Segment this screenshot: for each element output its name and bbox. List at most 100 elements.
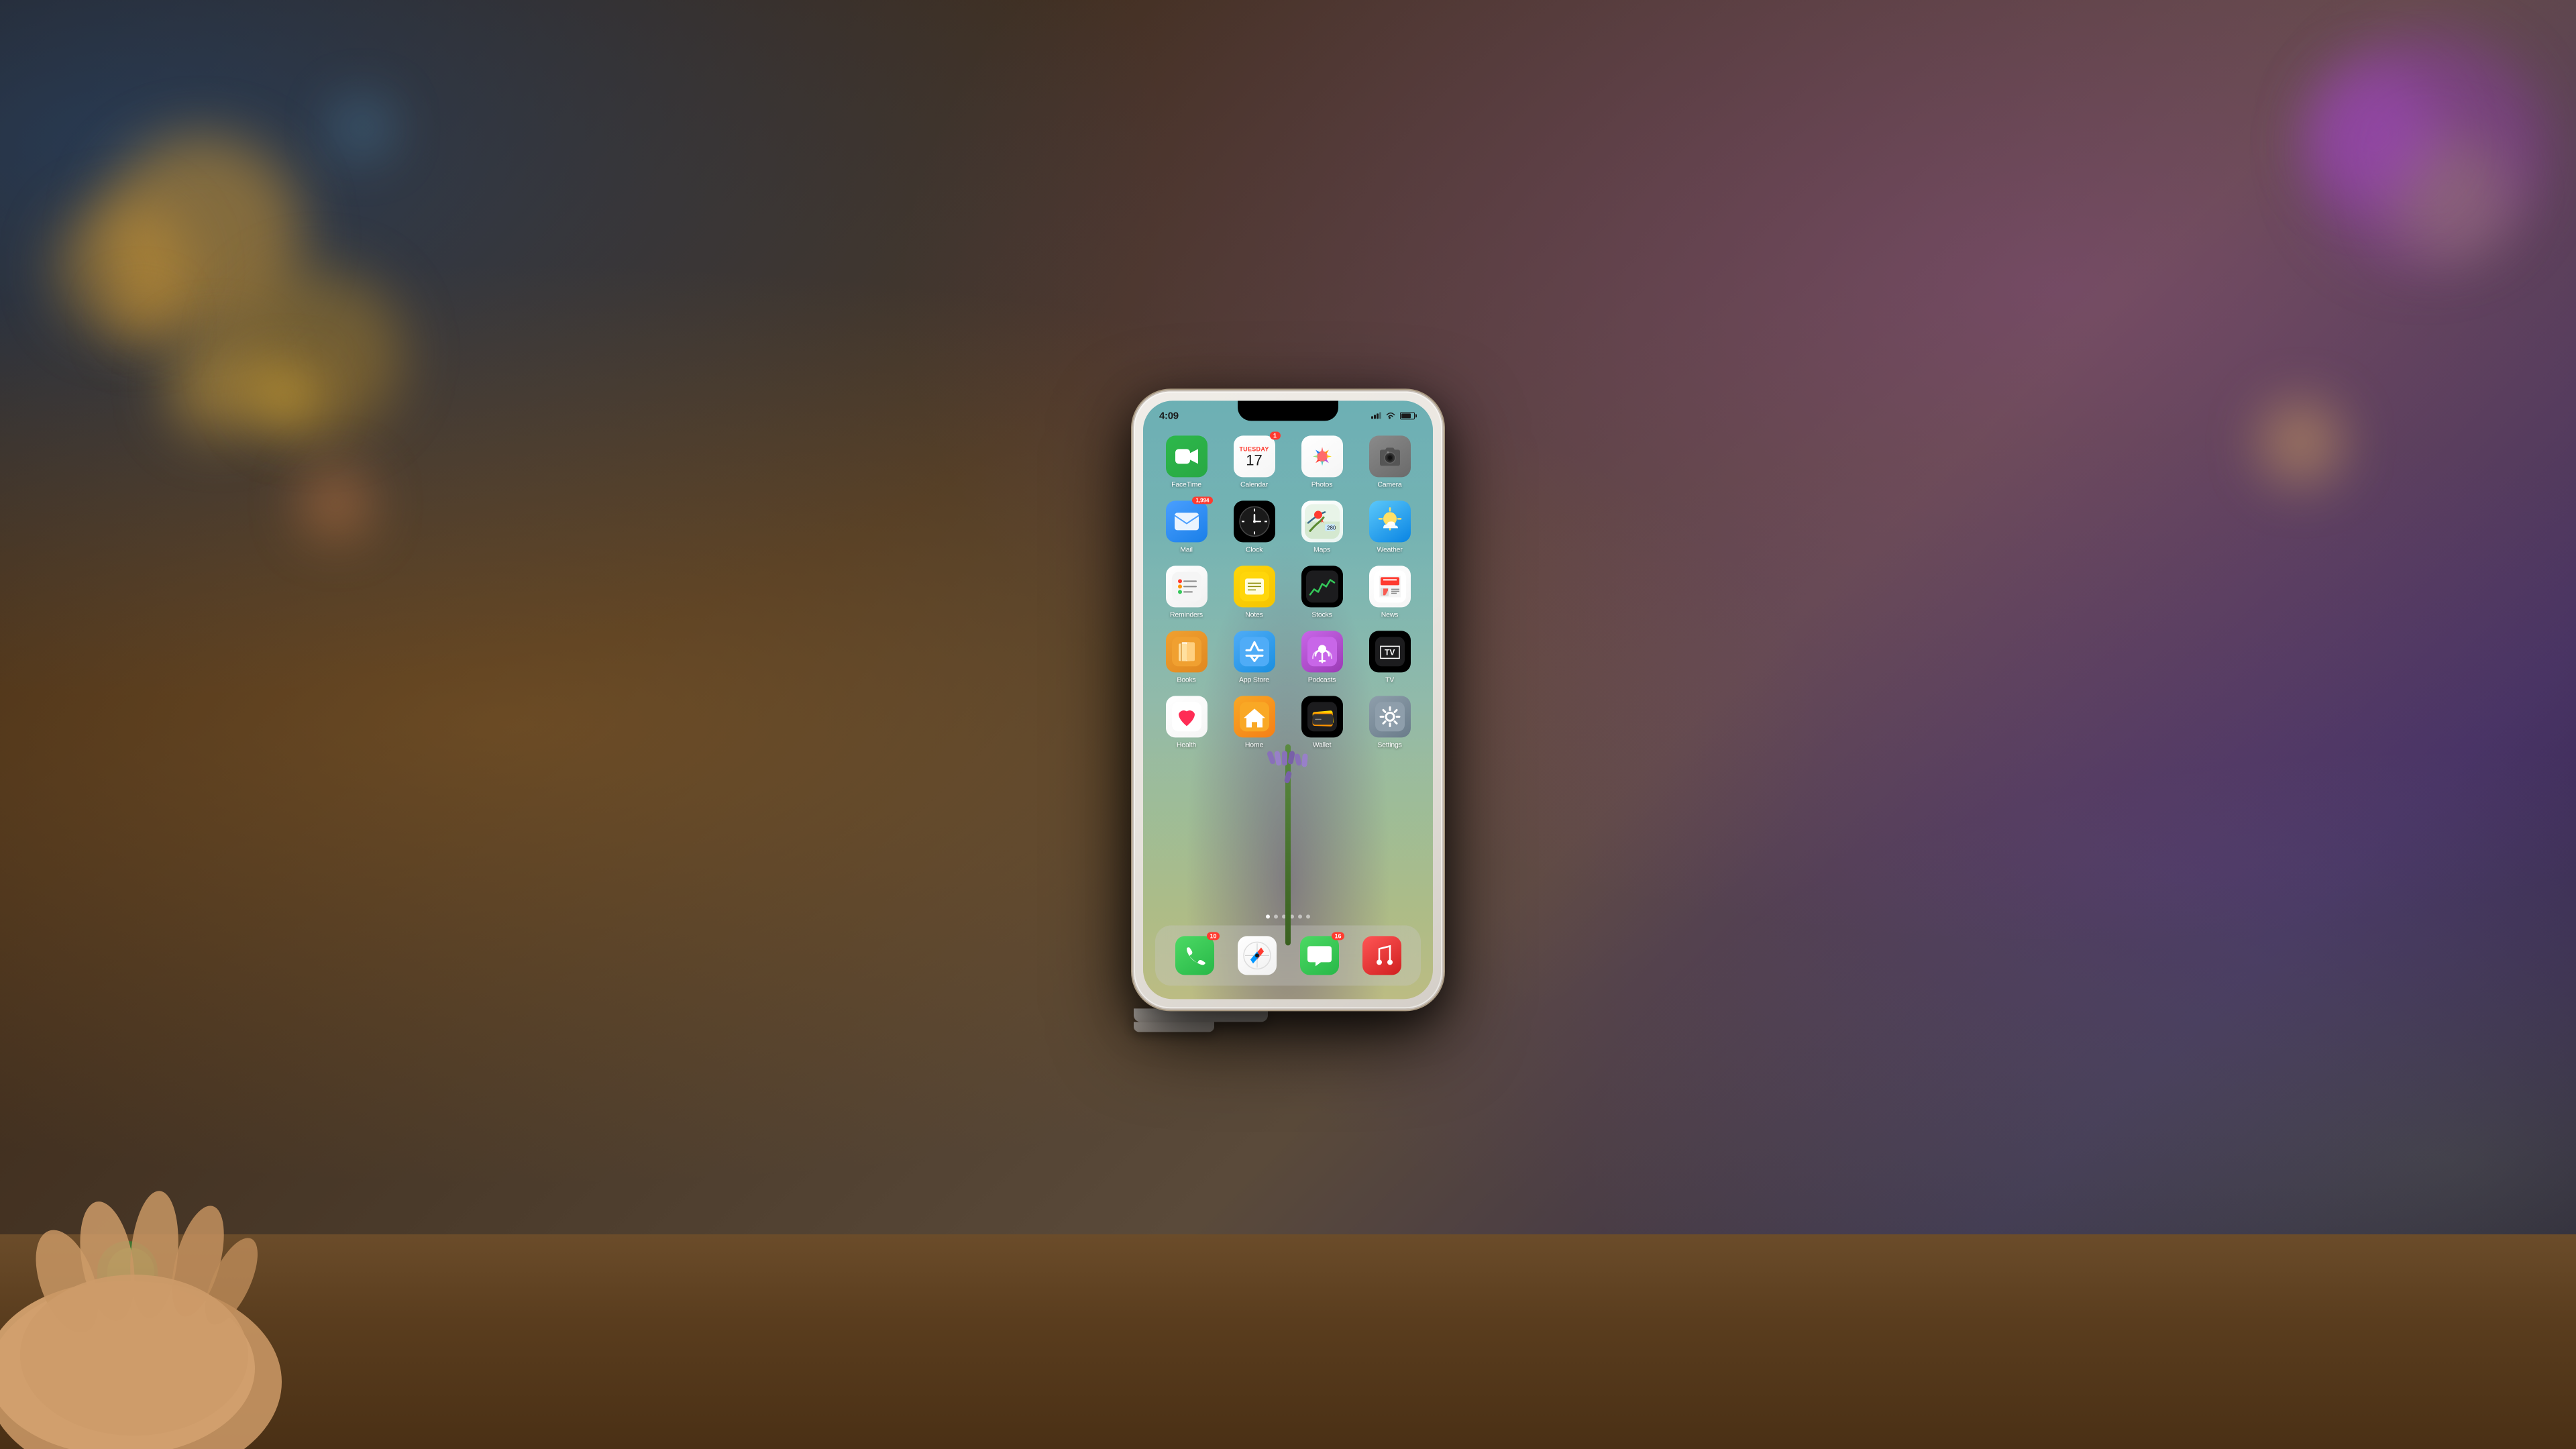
hand [0,979,402,1449]
svg-text:TV: TV [1385,647,1395,657]
mail-icon: 1,994 [1166,500,1208,542]
calendar-label: Calendar [1240,480,1268,488]
dock-messages[interactable]: 16 [1300,936,1339,975]
dock-music[interactable] [1362,936,1401,975]
phone-screen: 4:09 [1143,400,1433,999]
bokeh-7 [2308,34,2542,268]
bokeh-12 [255,369,315,429]
app-health[interactable]: Health [1157,696,1216,749]
dock-phone-icon: 10 [1175,936,1214,975]
signal-bar-3 [1377,413,1379,419]
books-icon [1166,631,1208,672]
app-reminders[interactable]: Reminders [1157,566,1216,619]
dock-messages-icon: 16 [1300,936,1339,975]
app-books[interactable]: Books [1157,631,1216,684]
app-home[interactable]: Home [1224,696,1284,749]
calendar-date: 17 [1246,453,1262,468]
settings-icon [1369,696,1411,737]
tv-label: TV [1385,676,1394,684]
wallet-icon [1301,696,1343,737]
dock-phone[interactable]: 10 [1175,936,1214,975]
calendar-icon: 1 Tuesday 17 [1234,435,1275,477]
dock-music-icon [1362,936,1401,975]
weather-icon [1369,500,1411,542]
status-time: 4:09 [1159,410,1179,421]
battery-icon [1400,412,1417,419]
books-label: Books [1177,676,1195,684]
app-podcasts[interactable]: Podcasts [1292,631,1352,684]
app-appstore[interactable]: App Store [1224,631,1284,684]
weather-label: Weather [1377,545,1402,553]
calendar-day: Tuesday [1239,445,1269,452]
bokeh-11 [121,302,161,342]
phone-stand-base [1134,1008,1268,1022]
dock-safari-icon [1238,936,1277,975]
news-icon [1369,566,1411,607]
wifi-icon [1385,411,1396,419]
app-weather[interactable]: Weather [1360,500,1419,553]
clock-icon [1234,500,1275,542]
battery-level [1401,413,1411,418]
app-facetime[interactable]: FaceTime [1157,435,1216,488]
app-tv[interactable]: TV TV [1360,631,1419,684]
app-photos[interactable]: Photos [1292,435,1352,488]
clock-label: Clock [1246,545,1263,553]
signal-bar-4 [1379,412,1381,419]
appstore-icon [1234,631,1275,672]
page-dot-1 [1266,914,1270,918]
phone-stand-foot [1134,1022,1214,1032]
bokeh-9 [335,101,389,154]
flower-bloom [1268,751,1308,831]
signal-bar-2 [1374,415,1376,419]
podcasts-label: Podcasts [1308,676,1336,684]
camera-label: Camera [1377,480,1401,488]
app-grid: FaceTime 1 Tuesday 17 Calendar [1157,435,1419,749]
battery-tip [1415,414,1417,417]
reminders-icon [1166,566,1208,607]
settings-label: Settings [1377,741,1401,749]
dock-safari[interactable] [1238,936,1277,975]
app-calendar[interactable]: 1 Tuesday 17 Calendar [1224,435,1284,488]
app-maps[interactable]: 280 Maps [1292,500,1352,553]
reminders-label: Reminders [1170,610,1203,619]
page-dot-5 [1298,914,1302,918]
app-stocks[interactable]: Stocks [1292,566,1352,619]
status-icons [1371,411,1417,419]
app-news[interactable]: News [1360,566,1419,619]
notes-icon [1234,566,1275,607]
notch [1238,400,1338,421]
notes-label: Notes [1245,610,1263,619]
page-dot-2 [1274,914,1278,918]
stocks-icon [1301,566,1343,607]
camera-icon [1369,435,1411,477]
app-mail[interactable]: 1,994 Mail [1157,500,1216,553]
news-label: News [1381,610,1398,619]
stocks-label: Stocks [1311,610,1332,619]
mail-label: Mail [1180,545,1192,553]
photos-label: Photos [1311,480,1333,488]
bokeh-10 [302,470,369,537]
health-label: Health [1177,741,1196,749]
facetime-label: FaceTime [1171,480,1201,488]
app-wallet[interactable]: Wallet [1292,696,1352,749]
home-icon [1234,696,1275,737]
facetime-icon [1166,435,1208,477]
signal-bar-1 [1371,416,1373,419]
page-dot-6 [1306,914,1310,918]
tv-icon: TV [1369,631,1411,672]
maps-label: Maps [1313,545,1330,553]
app-notes[interactable]: Notes [1224,566,1284,619]
health-icon [1166,696,1208,737]
svg-text:280: 280 [1327,525,1336,531]
wallet-label: Wallet [1313,741,1332,749]
bokeh-2 [54,201,188,335]
phone-container: 4:09 [1134,391,1442,1032]
signal-bars [1371,412,1381,419]
appstore-label: App Store [1239,676,1269,684]
app-camera[interactable]: Camera [1360,435,1419,488]
home-label: Home [1245,741,1263,749]
app-clock[interactable]: Clock [1224,500,1284,553]
app-settings[interactable]: Settings [1360,696,1419,749]
phone-body: 4:09 [1134,391,1442,1008]
podcasts-icon [1301,631,1343,672]
